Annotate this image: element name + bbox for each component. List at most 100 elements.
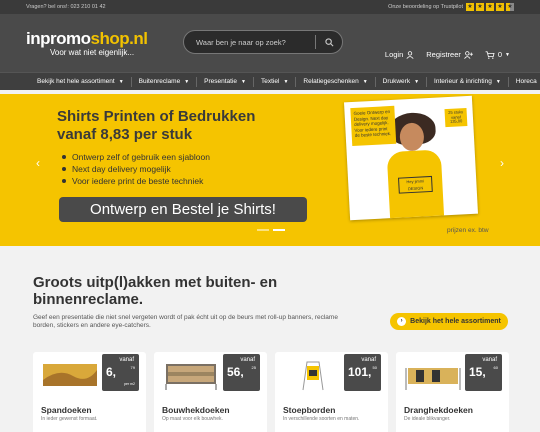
card-title: Stoepborden — [283, 405, 336, 415]
price-box: vanaf 15, 60 — [465, 354, 502, 391]
shirt-print: Hey jimmi DESIGN — [398, 175, 433, 194]
trustpilot-label: Onze beoordeling op Trustpilot — [388, 4, 463, 10]
list-item: Voor iedere print de beste techniek — [62, 175, 210, 187]
hero-title: Shirts Printen of Bedrukken vanaf 8,83 p… — [57, 108, 255, 144]
bullet-text: Voor iedere print de beste techniek — [72, 176, 204, 186]
bullet-icon — [62, 155, 66, 159]
price-cents: 50 — [372, 365, 377, 370]
view-all-button[interactable]: › Bekijk het hele assortiment — [390, 313, 508, 330]
price-note: prijzen ex. btw — [447, 227, 489, 234]
buitenreclame-section: Groots uitp(l)akken met buiten- en binne… — [0, 246, 540, 432]
price-prefix: vanaf — [482, 357, 497, 363]
nav-item-textiel[interactable]: Textiel ▼ — [254, 76, 297, 87]
logo-text-accent: shop.nl — [90, 28, 148, 48]
bullet-text: Ontwerp zelf of gebruik een sjabloon — [72, 152, 210, 162]
cart-icon — [485, 50, 495, 59]
bullet-text: Next day delivery mogelijk — [72, 164, 171, 174]
price-prefix: vanaf — [240, 357, 255, 363]
hero-title-line: vanaf 8,83 per stuk — [57, 126, 193, 143]
hero-image[interactable]: Hey jimmi DESIGN Goeie Ontwerp en Design… — [343, 95, 479, 221]
price-box: vanaf 56, 25 — [223, 354, 260, 391]
list-item: Ontwerp zelf of gebruik een sjabloon — [62, 151, 210, 163]
hero-title-line: Shirts Printen of Bedrukken — [57, 108, 256, 125]
half-star-icon: ★ — [506, 3, 514, 11]
chevron-down-icon: ▼ — [495, 78, 501, 85]
login-label: Login — [384, 50, 404, 59]
price-cents: 60 — [493, 365, 498, 370]
chevron-down-icon: ▼ — [241, 78, 246, 85]
main-nav: Bekijk het hele assortiment ▼ Buitenrecla… — [0, 72, 540, 90]
section-title: Groots uitp(l)akken met buiten- en binne… — [33, 274, 278, 308]
card-title: Bouwhekdoeken — [162, 405, 230, 415]
price-value: 6, — [106, 365, 117, 379]
price-box: vanaf 101, 50 — [344, 354, 381, 391]
price-cents: 25 — [251, 365, 256, 370]
cart-button[interactable]: 0 ▼ — [485, 50, 510, 59]
price-value: 15, — [469, 365, 486, 379]
nav-item-assortiment[interactable]: Bekijk het hele assortiment ▼ — [30, 76, 132, 87]
site-header: inpromoshop.nl Voor wat niet eigenlijk..… — [0, 14, 540, 72]
hero-cta-button[interactable]: Ontwerp en Bestel je Shirts! — [59, 197, 307, 222]
star-icon: ★ — [476, 3, 484, 11]
search-button[interactable] — [316, 31, 342, 53]
chevron-down-icon: ▼ — [505, 51, 510, 58]
nav-item-horeca[interactable]: Horeca▼ — [509, 77, 540, 87]
chevron-down-icon: ▼ — [414, 78, 420, 85]
product-card-dranghekdoeken[interactable]: vanaf 15, 60 Dranghekdoeken De ideale bl… — [396, 352, 509, 432]
star-icon: ★ — [486, 3, 494, 11]
nav-label: Bekijk het hele assortiment — [37, 77, 115, 85]
slider-dot[interactable] — [257, 229, 269, 231]
product-cards: vanaf 6, 79 per m2 Spandoeken In ieder g… — [33, 352, 509, 432]
register-label: Registreer — [426, 50, 461, 59]
spandoek-image — [39, 358, 101, 392]
star-icon: ★ — [466, 3, 474, 11]
user-icon — [406, 50, 414, 59]
nav-label: Textiel — [261, 77, 280, 85]
login-link[interactable]: Login — [385, 50, 414, 59]
bullet-icon — [62, 167, 66, 171]
register-link[interactable]: Registreer — [426, 50, 473, 59]
cart-count: 0 — [497, 50, 503, 59]
slider-dots — [257, 229, 285, 231]
chevron-left-icon[interactable]: ‹ — [36, 156, 40, 170]
product-card-stoepborden[interactable]: vanaf 101, 50 Stoepborden In verschillen… — [275, 352, 388, 432]
nav-label: Presentatie — [204, 77, 238, 85]
nav-label: Relatiegeschenken — [303, 77, 359, 85]
price-box: vanaf 6, 79 per m2 — [102, 354, 139, 391]
stoepbord-image — [281, 358, 343, 392]
nav-item-relatiegeschenken[interactable]: Relatiegeschenken ▼ — [296, 76, 376, 87]
trustpilot-rating[interactable]: Onze beoordeling op Trustpilot ★ ★ ★ ★ ★ — [388, 3, 514, 11]
product-card-bouwhekdoeken[interactable]: vanaf 56, 25 Bouwhekdoeken Op maat voor … — [154, 352, 267, 432]
top-strip: Vragen? bel ons!: 023 210 01 42 Onze beo… — [0, 0, 540, 14]
product-card-spandoeken[interactable]: vanaf 6, 79 per m2 Spandoeken In ieder g… — [33, 352, 146, 432]
chevron-down-icon: ▼ — [184, 78, 190, 85]
price-prefix: vanaf — [361, 357, 376, 363]
nav-item-buitenreclame[interactable]: Buitenreclame ▼ — [132, 76, 198, 87]
chevron-down-icon: ▼ — [283, 78, 289, 85]
price-cents: 79 — [130, 365, 135, 370]
price-badge: 25 stuks vanaf 135,00 — [444, 108, 468, 128]
nav-item-drukwerk[interactable]: Drukwerk ▼ — [376, 76, 428, 87]
phone-text[interactable]: Vragen? bel ons!: 023 210 01 42 — [26, 4, 106, 10]
list-item: Next day delivery mogelijk — [62, 163, 210, 175]
nav-label: Interieur & inrichting — [434, 77, 492, 85]
nav-label: Drukwerk — [382, 77, 411, 85]
hero-slider: ‹ › Shirts Printen of Bedrukken vanaf 8,… — [0, 94, 540, 246]
search-input[interactable] — [196, 37, 315, 47]
nav-item-interieur[interactable]: Interieur & inrichting ▼ — [427, 76, 509, 87]
star-icon: ★ — [496, 3, 504, 11]
card-title: Spandoeken — [41, 405, 92, 415]
logo-tagline: Voor wat niet eigenlijk... — [50, 47, 135, 57]
price-unit: per m2 — [124, 382, 135, 386]
slider-dot-active[interactable] — [273, 229, 285, 231]
bouwhek-image — [160, 358, 222, 392]
logo-text-main: inpromo — [26, 28, 91, 48]
card-title: Dranghekdoeken — [404, 405, 473, 415]
nav-item-presentatie[interactable]: Presentatie ▼ — [197, 76, 254, 87]
price-value: 56, — [227, 365, 244, 379]
site-logo[interactable]: inpromoshop.nl Voor wat niet eigenlijk..… — [26, 30, 166, 57]
nav-label: Horeca — [515, 77, 537, 85]
chevron-right-icon[interactable]: › — [500, 156, 504, 170]
chevron-down-icon: ▼ — [118, 78, 124, 85]
search-bar — [183, 30, 343, 54]
